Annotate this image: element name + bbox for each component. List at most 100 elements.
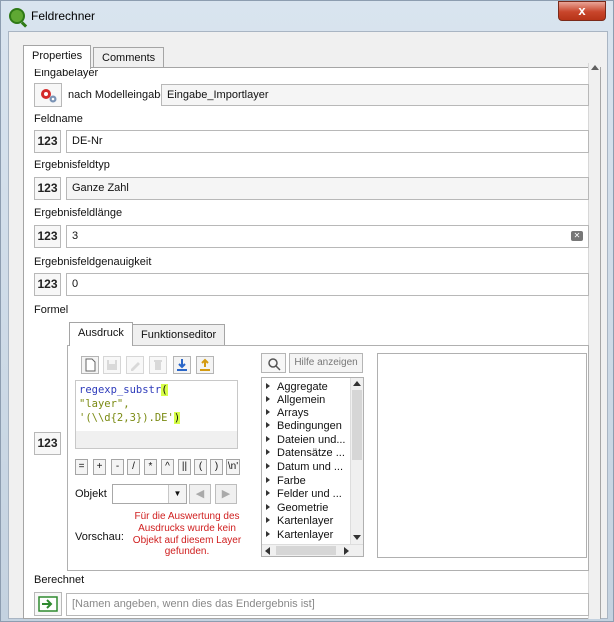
- feldname-input[interactable]: DE-Nr: [66, 130, 589, 153]
- tree-item[interactable]: Felder und ...: [266, 488, 342, 500]
- formel-label: Formel: [34, 304, 69, 316]
- ergebnisfeldgenauigkeit-input[interactable]: 0: [66, 273, 589, 296]
- tree-item[interactable]: Allgemein: [266, 394, 325, 406]
- expand-arrow-icon[interactable]: [266, 396, 270, 402]
- tree-item[interactable]: Geometrie: [266, 502, 328, 514]
- export-icon[interactable]: [196, 356, 214, 374]
- expand-arrow-icon[interactable]: [266, 463, 270, 469]
- title-bar: Feldrechner x: [1, 1, 614, 31]
- operator-open-paren-button[interactable]: (: [194, 459, 207, 475]
- tree-item-label: Aggregate: [277, 381, 328, 393]
- search-field[interactable]: [261, 353, 286, 373]
- ergebnisfeldtyp-label: Ergebnisfeldtyp: [34, 159, 110, 171]
- tree-item-label: Farbe: [277, 475, 306, 487]
- operator-plus-button[interactable]: +: [93, 459, 106, 475]
- tree-horizontal-scrollbar[interactable]: [262, 544, 363, 556]
- eingabelayer-select[interactable]: Eingabe_Importlayer: [161, 84, 589, 106]
- edit-icon[interactable]: [126, 356, 144, 374]
- tab-properties[interactable]: Properties: [23, 45, 92, 69]
- operator-multiply-button[interactable]: *: [144, 459, 157, 475]
- tab-comments[interactable]: Comments: [93, 47, 165, 69]
- tree-item[interactable]: Kartenlayer: [266, 515, 333, 527]
- chevron-down-icon[interactable]: ▼: [168, 485, 186, 503]
- import-icon[interactable]: [173, 356, 191, 374]
- objekt-select[interactable]: ▼: [112, 484, 187, 504]
- operator-newline-button[interactable]: \n': [226, 459, 240, 475]
- next-object-button[interactable]: ▶: [215, 484, 237, 504]
- operator-equals-button[interactable]: =: [75, 459, 88, 475]
- delete-icon[interactable]: [149, 356, 167, 374]
- feldname-type-button[interactable]: 123: [34, 130, 61, 153]
- expand-arrow-icon[interactable]: [266, 422, 270, 428]
- tree-item[interactable]: Arrays: [266, 407, 309, 419]
- operator-close-paren-button[interactable]: ): [210, 459, 223, 475]
- expand-arrow-icon[interactable]: [266, 504, 270, 510]
- number-123-icon: 123: [37, 229, 58, 243]
- output-button[interactable]: [34, 592, 62, 616]
- tree-scrollbar[interactable]: [350, 378, 363, 544]
- previous-object-button[interactable]: ◀: [189, 484, 211, 504]
- tree-item[interactable]: Aggregate: [266, 381, 328, 393]
- clear-field-icon[interactable]: ✕: [571, 231, 583, 241]
- tree-hscroll-thumb[interactable]: [276, 546, 336, 555]
- tree-item[interactable]: Farbe: [266, 475, 306, 487]
- new-file-icon[interactable]: [81, 356, 99, 374]
- operator-concat-button[interactable]: ||: [178, 459, 191, 475]
- scroll-up-arrow-icon[interactable]: [353, 381, 361, 386]
- expand-arrow-icon[interactable]: [266, 436, 270, 442]
- expand-arrow-icon[interactable]: [266, 383, 270, 389]
- ergebnisfeldgenauigkeit-label: Ergebnisfeldgenauigkeit: [34, 256, 152, 268]
- help-button[interactable]: Hilfe anzeigen: [289, 353, 363, 373]
- formel-type-button[interactable]: 123: [34, 432, 61, 455]
- trash-glyph-icon: [154, 360, 162, 370]
- tree-item[interactable]: Bedingungen: [266, 420, 342, 432]
- ergebnisfeldlaenge-type-button[interactable]: 123: [34, 225, 61, 248]
- tab-ausdruck[interactable]: Ausdruck: [69, 322, 133, 346]
- vertical-scrollbar[interactable]: [588, 63, 600, 619]
- tree-item[interactable]: Kartenlayer: [266, 529, 333, 541]
- tab-funktionseditor[interactable]: Funktionseditor: [132, 324, 226, 346]
- ergebnisfeldlaenge-input[interactable]: 3 ✕: [66, 225, 589, 248]
- expand-arrow-icon[interactable]: [266, 531, 270, 537]
- scroll-down-arrow-icon[interactable]: [353, 535, 361, 540]
- download-arrow-icon: [177, 359, 187, 371]
- number-123-icon: 123: [37, 134, 58, 148]
- output-name-input[interactable]: [Namen angeben, wenn dies das Endergebni…: [66, 593, 589, 616]
- number-123-icon: 123: [37, 181, 58, 195]
- expand-arrow-icon[interactable]: [266, 517, 270, 523]
- operator-divide-button[interactable]: /: [127, 459, 140, 475]
- arrow-right-icon: [38, 596, 58, 612]
- tree-scroll-thumb[interactable]: [352, 390, 362, 460]
- tree-item-label: Felder und ...: [277, 488, 342, 500]
- expand-arrow-icon[interactable]: [266, 477, 270, 483]
- expand-arrow-icon[interactable]: [266, 449, 270, 455]
- tree-item[interactable]: Dateien und...: [266, 434, 346, 446]
- model-input-button[interactable]: [34, 83, 62, 107]
- scroll-left-arrow-icon[interactable]: [265, 547, 270, 555]
- tree-item-label: Datum und ...: [277, 461, 344, 473]
- save-icon[interactable]: [103, 356, 121, 374]
- expression-function-token: regexp_substr: [79, 384, 162, 396]
- objekt-label: Objekt: [75, 488, 107, 500]
- close-button[interactable]: x: [558, 1, 606, 21]
- tree-item[interactable]: Datensätze ...: [266, 447, 345, 459]
- expand-arrow-icon[interactable]: [266, 409, 270, 415]
- scroll-up-arrow-icon[interactable]: [591, 65, 599, 70]
- expression-close-paren: ): [173, 412, 181, 424]
- ergebnisfeldtyp-type-button[interactable]: 123: [34, 177, 61, 200]
- tree-item-label: Geometrie: [277, 502, 329, 514]
- vorschau-label: Vorschau:: [75, 531, 124, 543]
- editor-status-strip: [75, 431, 238, 449]
- number-123-icon: 123: [37, 277, 58, 291]
- tree-item-label: Bedingungen: [277, 420, 342, 432]
- upload-arrow-icon: [200, 358, 210, 371]
- operator-minus-button[interactable]: -: [111, 459, 124, 475]
- expand-arrow-icon[interactable]: [266, 490, 270, 496]
- tree-item[interactable]: Datum und ...: [266, 461, 343, 473]
- ergebnisfeldtyp-select[interactable]: Ganze Zahl: [66, 177, 589, 200]
- feldname-label: Feldname: [34, 113, 83, 125]
- scroll-right-arrow-icon[interactable]: [344, 547, 349, 555]
- operator-power-button[interactable]: ^: [161, 459, 174, 475]
- ergebnisfeldgenauigkeit-type-button[interactable]: 123: [34, 273, 61, 296]
- function-group-tree[interactable]: Aggregate Allgemein Arrays Bedingungen D…: [261, 377, 364, 557]
